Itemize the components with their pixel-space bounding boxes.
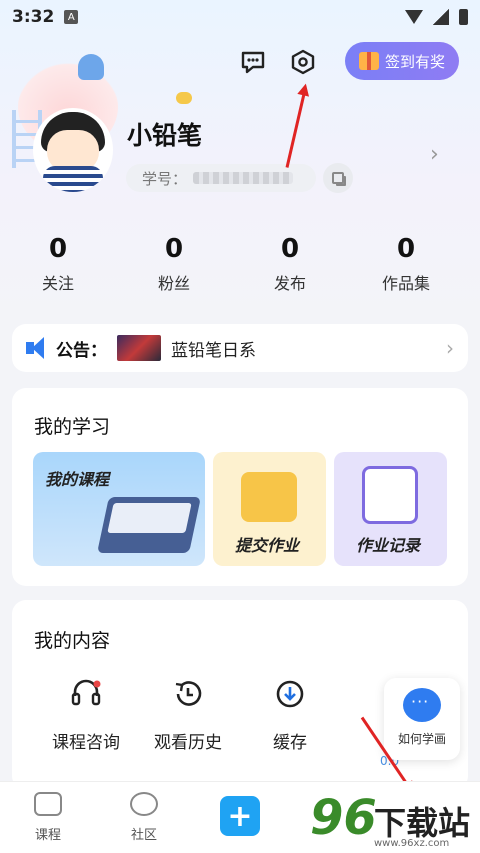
nav-label: 课程 bbox=[34, 828, 61, 843]
checkin-label: 签到有奖 bbox=[384, 52, 445, 71]
site-watermark: 96 下载站 www.96xz.com bbox=[310, 790, 478, 852]
settings-icon bbox=[291, 49, 315, 75]
course-consult-item[interactable]: 课程咨询 bbox=[36, 678, 136, 753]
content-label: 课程咨询 bbox=[52, 733, 120, 753]
planet-icon bbox=[130, 792, 158, 816]
message-button[interactable] bbox=[236, 45, 270, 79]
stat-collections[interactable]: 0 作品集 bbox=[348, 234, 464, 294]
clipboard-icon bbox=[362, 466, 418, 524]
ghost-decoration bbox=[78, 54, 104, 80]
copy-icon bbox=[332, 172, 344, 184]
wifi-icon bbox=[405, 10, 423, 24]
watermark-url: www.96xz.com bbox=[374, 838, 450, 849]
help-label: 如何学画 bbox=[397, 732, 446, 746]
battery-icon bbox=[459, 9, 468, 25]
tile-label: 提交作业 bbox=[235, 536, 300, 555]
checkin-button[interactable]: 签到有奖 bbox=[345, 42, 459, 80]
stat-label: 发布 bbox=[273, 274, 306, 293]
announcement-label: 公告： bbox=[56, 340, 107, 361]
stat-value: 0 bbox=[164, 234, 184, 264]
my-content-title: 我的内容 bbox=[34, 630, 111, 652]
announcement-bar[interactable]: 公告： 蓝铅笔日系 › bbox=[12, 324, 468, 372]
stat-label: 粉丝 bbox=[157, 274, 190, 293]
avatar[interactable] bbox=[33, 108, 113, 192]
username: 小铅笔 bbox=[127, 121, 203, 150]
history-icon bbox=[175, 681, 202, 706]
watch-history-item[interactable]: 观看历史 bbox=[138, 678, 238, 753]
stat-value: 0 bbox=[280, 234, 300, 264]
stat-label: 作品集 bbox=[381, 274, 430, 293]
message-icon bbox=[241, 51, 265, 74]
watermark-number: 96 bbox=[310, 790, 377, 846]
profile-chevron-icon[interactable]: › bbox=[430, 142, 439, 167]
my-courses-tile[interactable]: 我的课程 bbox=[33, 452, 205, 566]
box-icon bbox=[241, 472, 297, 522]
speaker-icon bbox=[26, 337, 52, 359]
announcement-text: 蓝铅笔日系 bbox=[171, 340, 256, 361]
tv-icon bbox=[34, 792, 62, 816]
user-id-masked-value bbox=[193, 172, 294, 184]
stat-posts[interactable]: 0 发布 bbox=[232, 234, 348, 294]
nav-courses[interactable]: 课程 bbox=[18, 792, 78, 843]
download-icon bbox=[276, 680, 304, 708]
tile-label: 作业记录 bbox=[356, 536, 421, 555]
signal-icon bbox=[433, 9, 449, 25]
user-id-field: 学号： bbox=[126, 164, 316, 192]
book-icon bbox=[97, 497, 201, 553]
chat-bubble-icon bbox=[403, 688, 441, 722]
stat-label: 关注 bbox=[41, 274, 74, 293]
how-to-draw-help-button[interactable]: 如何学画 bbox=[384, 678, 460, 760]
announcement-thumbnail bbox=[117, 335, 161, 361]
user-id-label: 学号： bbox=[142, 169, 188, 188]
settings-button[interactable] bbox=[286, 45, 320, 79]
chevron-right-icon: › bbox=[446, 336, 454, 360]
notification-icon: A bbox=[64, 10, 79, 24]
stat-fans[interactable]: 0 粉丝 bbox=[116, 234, 232, 294]
duck-decoration bbox=[176, 92, 192, 104]
gift-icon bbox=[358, 52, 379, 70]
cache-item[interactable]: 缓存 bbox=[240, 678, 340, 753]
stats-row: 0 关注 0 粉丝 0 发布 0 作品集 bbox=[0, 234, 480, 294]
my-learning-card: 我的学习 我的课程 提交作业 作业记录 bbox=[12, 388, 468, 586]
headset-icon bbox=[71, 679, 101, 706]
tile-label: 我的课程 bbox=[45, 470, 110, 489]
add-post-button[interactable]: + bbox=[220, 796, 260, 836]
content-label: 观看历史 bbox=[154, 733, 222, 753]
homework-records-tile[interactable]: 作业记录 bbox=[334, 452, 447, 566]
content-label: 缓存 bbox=[273, 733, 307, 753]
nav-community[interactable]: 社区 bbox=[114, 792, 174, 843]
copy-id-button[interactable] bbox=[323, 163, 353, 193]
stat-following[interactable]: 0 关注 bbox=[0, 234, 116, 294]
nav-label: 社区 bbox=[130, 828, 157, 843]
status-time: 3:32 bbox=[12, 7, 55, 27]
stat-value: 0 bbox=[48, 234, 68, 264]
submit-homework-tile[interactable]: 提交作业 bbox=[213, 452, 326, 566]
stat-value: 0 bbox=[396, 234, 416, 264]
my-learning-title: 我的学习 bbox=[34, 416, 111, 438]
status-bar: 3:32 A bbox=[0, 0, 480, 34]
